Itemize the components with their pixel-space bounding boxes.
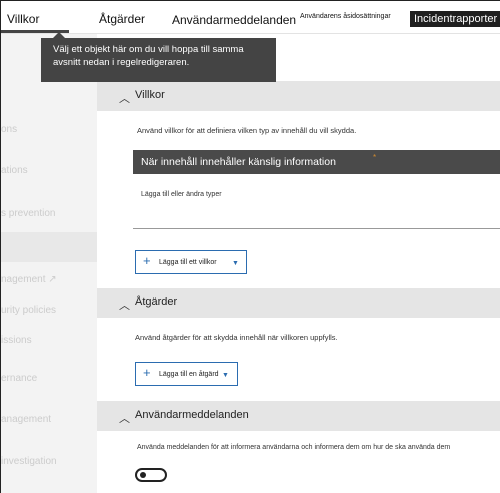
add-action-button[interactable]: + Lägga till en åtgärd ▼ — [135, 362, 238, 386]
nav-tab-atgarder[interactable]: Åtgärder — [99, 12, 145, 26]
add-action-label: Lägga till en åtgärd — [159, 371, 219, 378]
nav-tab-anvandarmeddelanden[interactable]: Användarmeddelanden — [172, 13, 296, 27]
section-header-atgarder[interactable]: ︿ Åtgärder — [97, 288, 500, 318]
sidebar-item[interactable]: ernance — [1, 373, 37, 384]
notifications-toggle[interactable] — [135, 468, 167, 482]
sidebar-item[interactable]: ations — [1, 165, 28, 176]
section-header-villkor[interactable]: ︿ Villkor — [97, 81, 500, 111]
chevron-up-icon[interactable]: ︿ — [119, 90, 130, 106]
section-header-anvandarmeddelanden[interactable]: ︿ Användarmeddelanden — [97, 401, 500, 431]
plus-icon: + — [143, 365, 151, 380]
add-types-link[interactable]: Lägga till eller ändra typer — [141, 191, 222, 198]
sidebar-item[interactable]: urity policies — [1, 305, 56, 316]
jump-tooltip: Välj ett objekt här om du vill hoppa til… — [41, 38, 276, 82]
chevron-down-icon: ▼ — [222, 372, 229, 379]
chevron-up-icon[interactable]: ︿ — [119, 297, 130, 313]
sidebar-item[interactable]: ons — [1, 124, 17, 135]
sidebar: ons ations s prevention nagement ↗ urity… — [1, 34, 97, 493]
nav-tab-villkor[interactable]: Villkor — [7, 12, 39, 26]
divider — [133, 228, 500, 229]
sidebar-item[interactable]: anagement — [1, 414, 51, 425]
jump-to-nav: Villkor Åtgärder Användarmeddelanden Anv… — [1, 1, 500, 34]
actions-description: Använd åtgärder för att skydda innehåll … — [135, 333, 338, 342]
add-condition-label: Lägga till ett villkor — [159, 259, 217, 266]
section-title: Villkor — [135, 89, 165, 101]
sidebar-active-item — [1, 232, 97, 262]
condition-group-title: När innehåll innehåller känslig informat… — [141, 156, 336, 168]
plus-icon: + — [143, 253, 151, 268]
sidebar-item[interactable]: investigation — [1, 456, 57, 467]
rule-editor: ︿ Villkor Använd villkor för att definie… — [97, 34, 500, 493]
add-condition-button[interactable]: + Lägga till ett villkor ▼ — [135, 250, 247, 274]
chevron-up-icon[interactable]: ︿ — [119, 410, 130, 426]
nav-tab-incidentrapporter[interactable]: Incidentrapporter — [410, 11, 500, 27]
section-title: Åtgärder — [135, 296, 178, 308]
chevron-down-icon: ▼ — [232, 260, 239, 267]
sidebar-item[interactable]: issions — [1, 335, 32, 346]
conditions-description: Använd villkor för att definiera vilken … — [137, 126, 357, 135]
section-title: Användarmeddelanden — [135, 409, 249, 421]
sidebar-item[interactable]: s prevention — [1, 208, 55, 219]
toggle-knob — [140, 472, 146, 478]
condition-group-header: När innehåll innehåller känslig informat… — [133, 150, 500, 174]
notifications-description: Använda meddelanden för att informera an… — [137, 444, 451, 451]
required-marker: * — [373, 153, 377, 162]
nav-tab-asidosattningar[interactable]: Användarens åsidosättningar — [300, 13, 391, 20]
sidebar-item[interactable]: nagement ↗ — [1, 274, 57, 285]
